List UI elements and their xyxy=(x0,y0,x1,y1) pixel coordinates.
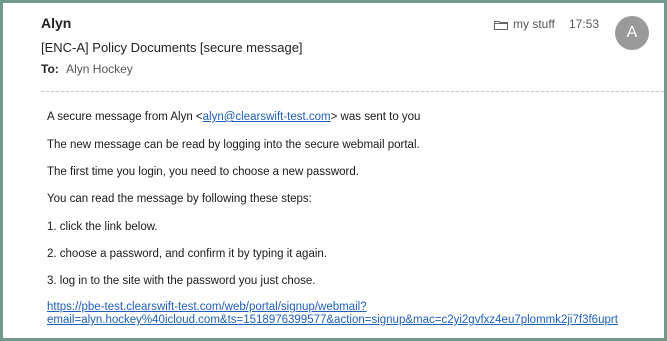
sender-avatar[interactable]: A xyxy=(615,16,649,50)
email-header: Alyn [ENC-A] Policy Documents [secure me… xyxy=(3,3,664,89)
folder-label: my stuff xyxy=(513,17,555,31)
email-window: Alyn [ENC-A] Policy Documents [secure me… xyxy=(0,0,667,341)
signup-link-line-2[interactable]: email=alyn.hockey%40icloud.com&ts=151897… xyxy=(47,314,618,326)
folder-tag[interactable]: my stuff xyxy=(494,17,555,31)
signup-link[interactable]: https://pbe-test.clearswift-test.com/web… xyxy=(47,301,657,327)
sender-email-link[interactable]: alyn@clearswift-test.com xyxy=(203,111,331,123)
step-1: 1. click the link below. xyxy=(47,221,158,233)
avatar-initial: A xyxy=(626,24,638,41)
recipient-row: To: Alyn Hockey xyxy=(41,62,133,76)
step-3: 3. log in to the site with the password … xyxy=(47,275,316,287)
intro-suffix: > was sent to you xyxy=(330,111,421,123)
intro-line: A secure message from Alyn <alyn@clearsw… xyxy=(47,111,420,123)
intro-prefix: A secure message from Alyn < xyxy=(47,111,203,123)
body-line-password: The first time you login, you need to ch… xyxy=(47,166,359,178)
signup-link-line-1[interactable]: https://pbe-test.clearswift-test.com/web… xyxy=(47,301,367,313)
body-line-portal: The new message can be read by logging i… xyxy=(47,139,420,151)
folder-icon xyxy=(494,19,508,30)
step-2: 2. choose a password, and confirm it by … xyxy=(47,248,327,260)
header-divider xyxy=(41,91,664,92)
to-label: To: xyxy=(41,62,59,76)
body-line-steps: You can read the message by following th… xyxy=(47,193,312,205)
email-time: 17:53 xyxy=(569,17,600,31)
email-subject: [ENC-A] Policy Documents [secure message… xyxy=(41,40,303,55)
recipient-name[interactable]: Alyn Hockey xyxy=(66,62,133,76)
sender-name: Alyn xyxy=(41,15,72,31)
